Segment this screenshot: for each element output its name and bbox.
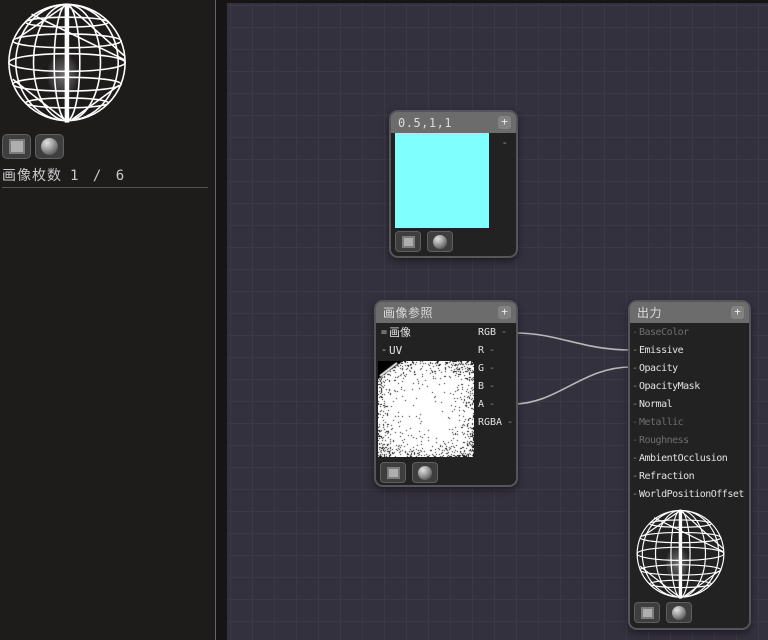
node-image-reference[interactable]: 画像参照 + = 画像 - UV RGB- R- G- B- A- RGBA- <box>374 300 518 487</box>
node-title: 0.5,1,1 <box>398 116 452 130</box>
sidebar-divider <box>2 187 208 188</box>
input-row-normal[interactable]: -Normal <box>631 395 749 413</box>
port-label: R <box>478 345 484 356</box>
preview-plane-button[interactable] <box>2 134 31 159</box>
material-preview-sphere[interactable] <box>2 0 132 127</box>
port-label: RGB <box>478 327 496 338</box>
output-row-a[interactable]: A- <box>478 395 514 413</box>
port-icon[interactable]: - <box>631 381 639 392</box>
output-row-rgb[interactable]: RGB- <box>478 323 514 341</box>
material-input-list: -BaseColor -Emissive -Opacity -OpacityMa… <box>631 323 749 503</box>
port-label: Roughness <box>639 435 689 446</box>
output-row-rgba[interactable]: RGBA- <box>478 413 514 431</box>
port-icon[interactable]: - <box>379 345 389 356</box>
input-row-ambientocclusion[interactable]: -AmbientOcclusion <box>631 449 749 467</box>
input-row-refraction[interactable]: -Refraction <box>631 467 749 485</box>
add-pin-button[interactable]: + <box>498 116 511 129</box>
port-icon[interactable]: - <box>631 345 639 356</box>
texture-preview <box>378 361 474 457</box>
node-imageref-header[interactable]: 画像参照 + <box>376 302 516 323</box>
preview-sphere-button[interactable] <box>412 462 438 483</box>
output-row-b[interactable]: B- <box>478 377 514 395</box>
color-preview <box>395 133 489 228</box>
port-icon[interactable]: - <box>631 399 639 410</box>
input-row-worldpositionoffset[interactable]: -WorldPositionOffset <box>631 485 749 503</box>
port-label: Refraction <box>639 471 694 482</box>
port-icon[interactable]: - <box>631 435 639 446</box>
port-icon[interactable]: - <box>631 327 639 338</box>
port-label: Opacity <box>639 363 678 374</box>
port-label: Emissive <box>639 345 683 356</box>
sphere-icon <box>672 606 686 620</box>
output-pin-list: RGB- R- G- B- A- RGBA- <box>478 323 514 431</box>
port-icon[interactable]: - <box>631 363 639 374</box>
input-row-image[interactable]: = 画像 <box>379 323 411 341</box>
port-label: AmbientOcclusion <box>639 453 727 464</box>
node-material-output[interactable]: 出力 + -BaseColor -Emissive -Opacity -Opac… <box>628 300 751 630</box>
image-count: 画像枚数 1 / 6 <box>2 165 127 185</box>
output-port-icon[interactable]: - <box>501 136 508 149</box>
material-result-preview-sphere <box>632 507 729 602</box>
preview-sphere-button[interactable] <box>35 134 64 159</box>
port-icon[interactable]: - <box>488 399 496 410</box>
image-count-value: 1 / 6 <box>70 168 127 184</box>
port-icon[interactable]: - <box>488 345 496 356</box>
port-label: RGBA <box>478 417 502 428</box>
plane-icon <box>387 467 400 479</box>
port-label: BaseColor <box>639 327 689 338</box>
node-output-header[interactable]: 出力 + <box>630 302 749 323</box>
add-pin-button[interactable]: + <box>731 306 744 319</box>
port-label: 画像 <box>389 324 411 340</box>
port-label: G <box>478 363 484 374</box>
port-icon[interactable]: - <box>488 381 496 392</box>
port-icon[interactable]: = <box>379 327 389 338</box>
output-row-g[interactable]: G- <box>478 359 514 377</box>
port-label: UV <box>389 344 402 357</box>
node-constant-color[interactable]: 0.5,1,1 + - <box>389 110 518 258</box>
output-row-r[interactable]: R- <box>478 341 514 359</box>
port-label: OpacityMask <box>639 381 700 392</box>
node-title: 画像参照 <box>383 304 433 321</box>
node-constant-header[interactable]: 0.5,1,1 + <box>391 112 516 133</box>
sidebar: 画像枚数 1 / 6 <box>0 0 215 640</box>
preview-plane-button[interactable] <box>634 602 660 623</box>
input-row-basecolor[interactable]: -BaseColor <box>631 323 749 341</box>
plane-icon <box>641 607 654 619</box>
preview-sphere-button[interactable] <box>666 602 692 623</box>
input-row-opacitymask[interactable]: -OpacityMask <box>631 377 749 395</box>
input-row-metallic[interactable]: -Metallic <box>631 413 749 431</box>
port-label: WorldPositionOffset <box>639 489 744 500</box>
input-row-roughness[interactable]: -Roughness <box>631 431 749 449</box>
port-icon[interactable]: - <box>506 417 514 428</box>
port-icon[interactable]: - <box>631 417 639 428</box>
port-label: B <box>478 381 484 392</box>
input-row-emissive[interactable]: -Emissive <box>631 341 749 359</box>
port-icon[interactable]: - <box>631 453 639 464</box>
port-icon[interactable]: - <box>488 363 496 374</box>
sphere-icon <box>41 138 58 155</box>
image-count-label: 画像枚数 <box>2 168 62 184</box>
node-title: 出力 <box>637 304 662 321</box>
preview-sphere-button[interactable] <box>427 231 453 252</box>
plane-icon <box>402 236 415 248</box>
sphere-icon <box>418 466 432 480</box>
port-label: Normal <box>639 399 672 410</box>
input-row-uv[interactable]: - UV <box>379 341 411 359</box>
port-label: Metallic <box>639 417 683 428</box>
port-label: A <box>478 399 484 410</box>
sphere-icon <box>433 235 447 249</box>
input-row-opacity[interactable]: -Opacity <box>631 359 749 377</box>
preview-plane-button[interactable] <box>395 231 421 252</box>
port-icon[interactable]: - <box>631 471 639 482</box>
preview-plane-button[interactable] <box>380 462 406 483</box>
port-icon[interactable]: - <box>631 489 639 500</box>
port-icon[interactable]: - <box>500 327 508 338</box>
plane-icon <box>9 139 25 154</box>
add-pin-button[interactable]: + <box>498 306 511 319</box>
input-pin-list: = 画像 - UV <box>379 323 411 359</box>
